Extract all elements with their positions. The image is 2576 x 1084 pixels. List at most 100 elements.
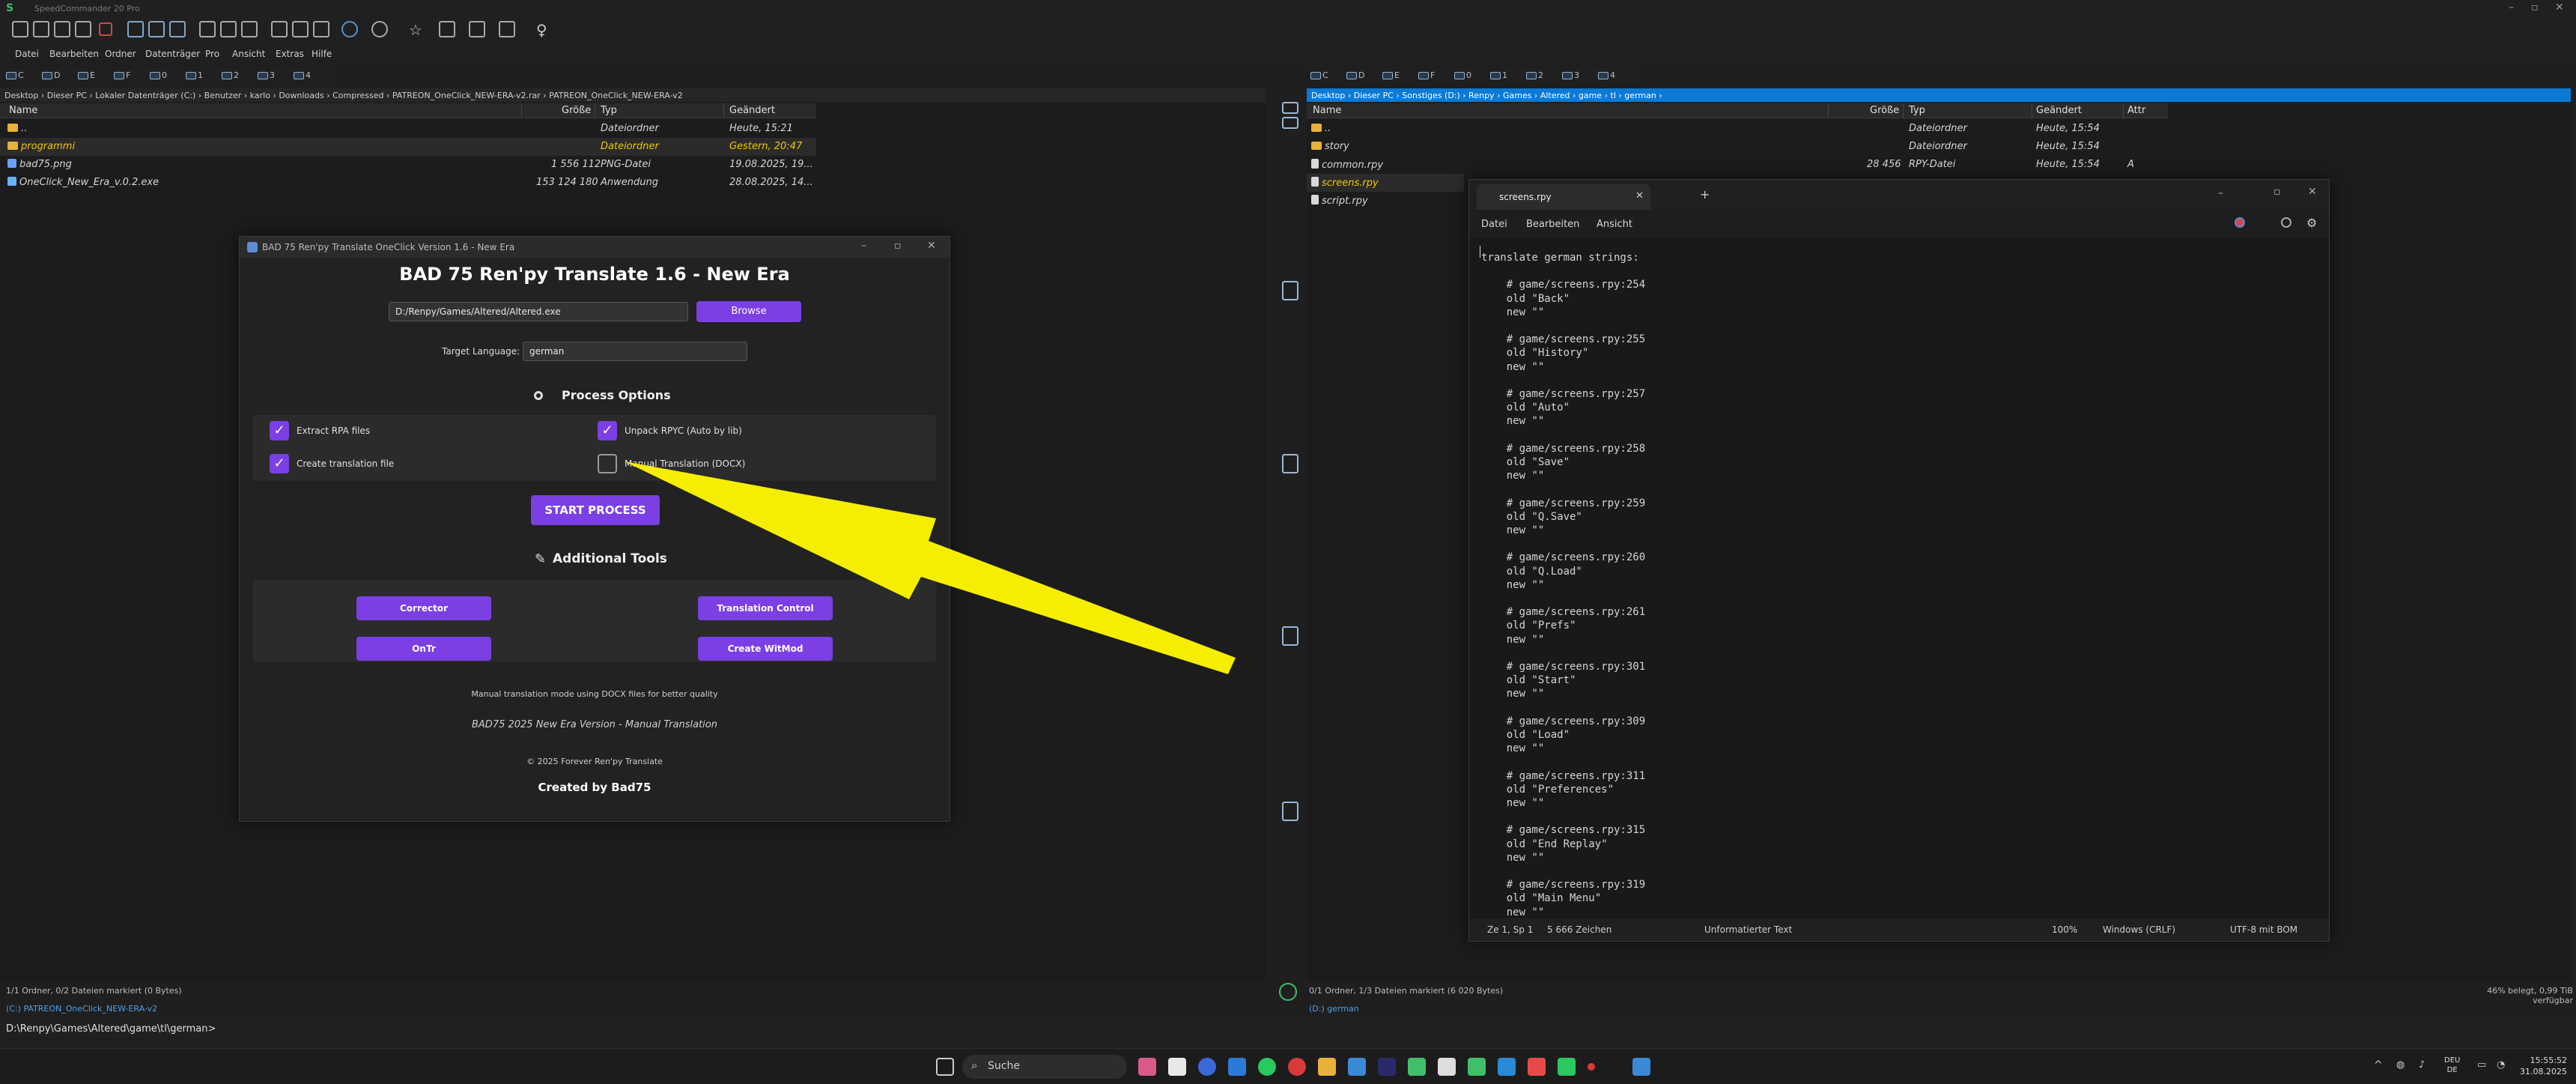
- notepad-task-icon[interactable]: [1632, 1058, 1650, 1076]
- tab-screens-rpy[interactable]: screens.rpy ✕: [1477, 184, 1650, 210]
- drive-1[interactable]: 1: [186, 70, 203, 80]
- app-icon-red[interactable]: [1288, 1058, 1306, 1076]
- menu-hilfe[interactable]: Hilfe: [312, 49, 332, 59]
- maximize-icon[interactable]: ▫: [2531, 1, 2539, 13]
- menu-ordner[interactable]: Ordner: [105, 49, 136, 59]
- menu-bearbeiten[interactable]: Bearbeiten: [49, 49, 99, 59]
- right-breadcrumb[interactable]: Desktop › Dieser PC › Sonstiges (D:) › R…: [1307, 88, 2571, 102]
- tray-network-icon[interactable]: ◍: [2396, 1059, 2405, 1071]
- col-type[interactable]: Typ: [1909, 105, 1925, 116]
- pack-icon[interactable]: [199, 21, 216, 37]
- maximize-icon[interactable]: ▫: [894, 240, 902, 252]
- swap-panels-icon[interactable]: [1282, 102, 1298, 114]
- list-item[interactable]: bad75.png 1 556 112 PNG-Datei 19.08.2025…: [0, 156, 816, 174]
- list-item[interactable]: story Dateiordner Heute, 15:54: [1307, 138, 2168, 156]
- drive-0[interactable]: 0: [150, 70, 167, 80]
- menu-datentraeger[interactable]: Datenträger: [145, 49, 200, 59]
- close-tab-icon[interactable]: ✕: [1635, 190, 1644, 202]
- close-icon[interactable]: ✕: [2308, 186, 2317, 198]
- move-icon[interactable]: [75, 21, 91, 37]
- minimize-icon[interactable]: –: [861, 240, 866, 252]
- drive-f[interactable]: F: [1418, 70, 1435, 80]
- app-icon-blue[interactable]: [1348, 1058, 1366, 1076]
- list-item[interactable]: programmi Dateiordner Gestern, 20:47: [0, 138, 816, 156]
- drive-0[interactable]: 0: [1454, 70, 1471, 80]
- clock[interactable]: 15:55:52 31.08.2025: [2518, 1055, 2567, 1077]
- tray-display-icon[interactable]: ▭: [2477, 1059, 2486, 1071]
- app-icon-1[interactable]: [1138, 1058, 1156, 1076]
- paste-icon[interactable]: [241, 21, 258, 37]
- properties-icon[interactable]: [292, 21, 309, 37]
- menu-datei[interactable]: Datei: [15, 49, 39, 59]
- favorites-icon[interactable]: ☆: [409, 21, 425, 39]
- np-menu-bearbeiten[interactable]: Bearbeiten: [1526, 219, 1579, 230]
- drive-2[interactable]: 2: [222, 70, 239, 80]
- app-icon-dark[interactable]: [1378, 1058, 1396, 1076]
- copilot-icon[interactable]: [2235, 217, 2245, 228]
- line-ending[interactable]: Windows (CRLF): [2103, 924, 2175, 935]
- right-drive-tab[interactable]: (D:) german: [1309, 1004, 1534, 1016]
- minimize-icon[interactable]: –: [2218, 187, 2223, 199]
- menu-pro[interactable]: Pro: [205, 49, 219, 59]
- list-item[interactable]: screens.rpy: [1307, 174, 1464, 192]
- new-icon[interactable]: [12, 21, 28, 37]
- copy-icon[interactable]: [54, 21, 70, 37]
- create-translation-checkbox[interactable]: ✓: [270, 454, 289, 473]
- app-icon-white[interactable]: [1438, 1058, 1456, 1076]
- copy-to-icon[interactable]: [1282, 281, 1298, 300]
- browser-icon[interactable]: [1198, 1058, 1216, 1076]
- new-tab-icon[interactable]: +: [1700, 187, 1710, 202]
- text-editor[interactable]: translate german strings: # game/screens…: [1469, 238, 2329, 918]
- delete-icon[interactable]: [99, 22, 112, 36]
- drive-c[interactable]: C: [1310, 70, 1328, 80]
- menu-extras[interactable]: Extras: [276, 49, 304, 59]
- whatsapp-icon[interactable]: [1258, 1058, 1276, 1076]
- list-item[interactable]: script.rpy: [1307, 192, 1464, 210]
- tree-icon[interactable]: [439, 21, 455, 37]
- browse-button[interactable]: Browse: [696, 301, 801, 322]
- back-icon[interactable]: [341, 21, 358, 37]
- col-size[interactable]: Größe: [562, 105, 591, 116]
- refresh-icon[interactable]: [1279, 983, 1297, 1001]
- edit-icon[interactable]: [271, 21, 288, 37]
- taskbar-search[interactable]: ⌕ Suche: [962, 1055, 1127, 1079]
- calendar-icon[interactable]: [1168, 1058, 1186, 1076]
- encoding[interactable]: UTF-8 mit BOM: [2230, 924, 2297, 935]
- drive-f[interactable]: F: [114, 70, 130, 80]
- speedcommander-icon[interactable]: [1408, 1058, 1426, 1076]
- col-date[interactable]: Geändert: [2036, 105, 2082, 116]
- drive-2[interactable]: 2: [1526, 70, 1543, 80]
- drive-3[interactable]: 3: [1562, 70, 1579, 80]
- np-menu-ansicht[interactable]: Ansicht: [1597, 219, 1632, 230]
- record-icon[interactable]: [1588, 1063, 1595, 1071]
- tray-volume-icon[interactable]: ♪: [2419, 1059, 2425, 1071]
- left-drive-tab[interactable]: (C:) PATREON_OneClick_NEW-ERA-v2: [6, 1004, 231, 1016]
- close-icon[interactable]: ✕: [927, 240, 936, 252]
- command-line[interactable]: D:\Renpy\Games\Altered\game\tl\german>: [0, 1020, 2576, 1037]
- sync-panels-icon[interactable]: [1282, 117, 1298, 129]
- print-icon[interactable]: [1282, 802, 1298, 821]
- speedcommander-icon-2[interactable]: [1468, 1058, 1486, 1076]
- drive-4[interactable]: 4: [294, 70, 311, 80]
- list-item[interactable]: .. Dateiordner Heute, 15:54: [1307, 120, 2168, 138]
- list-item[interactable]: OneClick_New_Era_v.0.2.exe 153 124 180 A…: [0, 174, 816, 192]
- drive-d[interactable]: D: [42, 70, 60, 80]
- view-icon[interactable]: [127, 21, 144, 37]
- vivaldi-icon[interactable]: [1528, 1058, 1546, 1076]
- account-icon[interactable]: [2281, 217, 2291, 228]
- tip-icon[interactable]: ♀: [536, 21, 553, 39]
- minimize-icon[interactable]: –: [2509, 1, 2514, 13]
- np-menu-datei[interactable]: Datei: [1481, 219, 1507, 230]
- col-attr[interactable]: Attr: [2127, 105, 2145, 116]
- left-breadcrumb[interactable]: Desktop › Dieser PC › Lokaler Datenträge…: [0, 88, 1266, 102]
- drive-4[interactable]: 4: [1598, 70, 1615, 80]
- corrector-button[interactable]: Corrector: [356, 596, 491, 620]
- tray-speaker-icon[interactable]: ◔: [2497, 1059, 2505, 1071]
- tray-chevron-icon[interactable]: ^: [2374, 1059, 2383, 1071]
- shield-icon[interactable]: [1558, 1058, 1576, 1076]
- close-icon[interactable]: ✕: [2555, 1, 2564, 13]
- list-item[interactable]: common.rpy 28 456 RPY-Datei Heute, 15:54…: [1307, 156, 2168, 174]
- input-language[interactable]: DEU DE: [2444, 1056, 2460, 1075]
- extract-rpa-checkbox[interactable]: ✓: [270, 421, 289, 440]
- col-name[interactable]: Name: [9, 105, 37, 116]
